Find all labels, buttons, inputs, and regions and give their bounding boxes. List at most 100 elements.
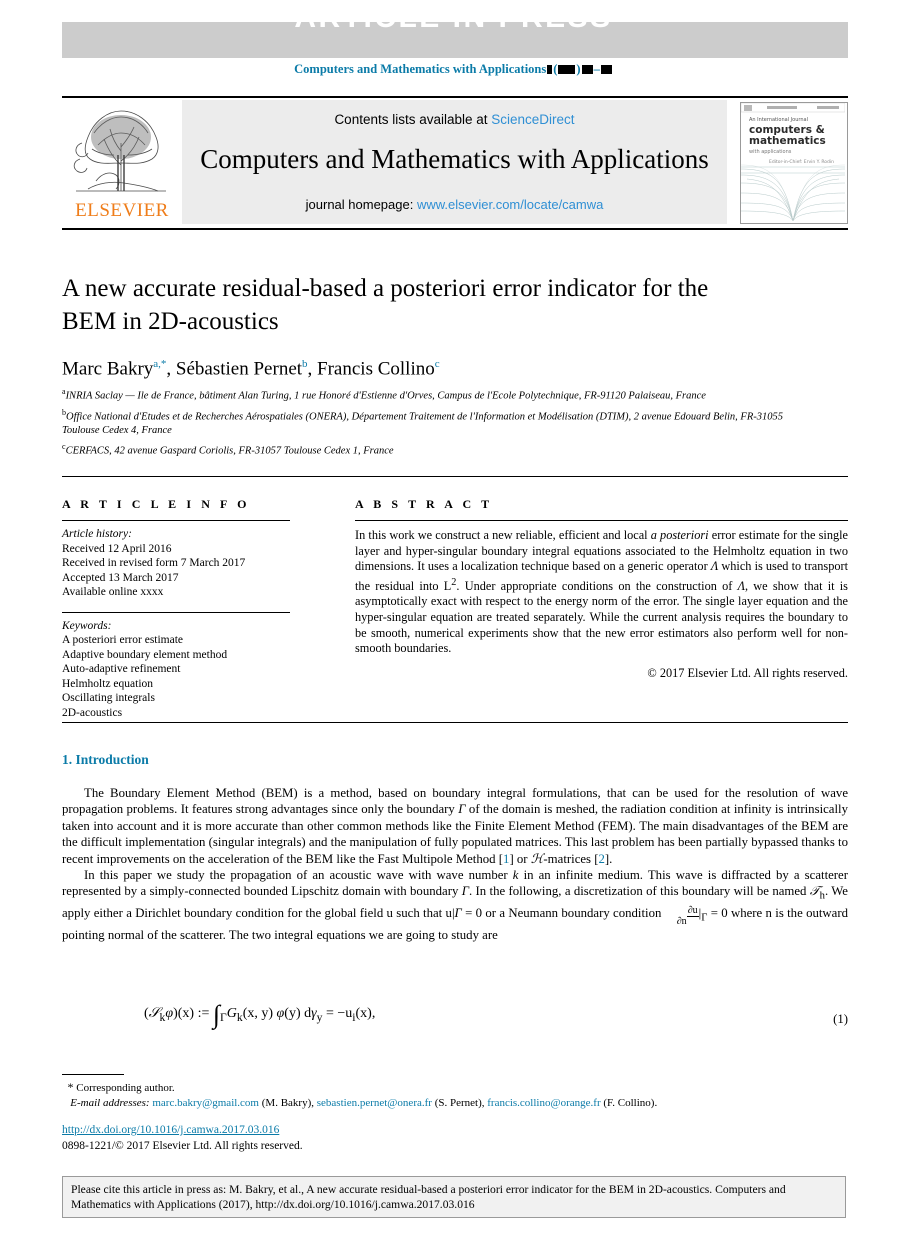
email-addresses-label: E-mail addresses: (70, 1096, 150, 1109)
history-item-received: Received 12 April 2016 (62, 542, 172, 555)
p1-part-e: ]. (604, 851, 613, 866)
eq-lhs-close: )(x) := (173, 1006, 213, 1021)
placeholder-block-volume (547, 65, 553, 74)
email-owner-pernet: (S. Pernet), (434, 1096, 485, 1109)
page-dash: – (593, 62, 600, 76)
article-history-label: Article history: (62, 528, 132, 540)
eq-single-layer-operator: 𝒮 (148, 1006, 160, 1021)
placeholder-block-page-start (581, 65, 593, 74)
keywords-block: Keywords: A posteriori error estimate Ad… (62, 619, 312, 721)
article-info-column: Article history: Received 12 April 2016 … (62, 520, 312, 720)
abstract-text: In this work we construct a new reliable… (355, 528, 848, 657)
journal-homepage-link[interactable]: www.elsevier.com/locate/camwa (417, 197, 603, 212)
journal-cover-thumbnail: An International Journal computers & mat… (740, 102, 848, 224)
history-item-revised: Received in revised form 7 March 2017 (62, 557, 246, 569)
abstract-heading: A B S T R A C T (355, 497, 493, 511)
placeholder-block-year (558, 65, 576, 74)
elsevier-wordmark: ELSEVIER (75, 200, 169, 221)
keyword-item: Helmholtz equation (62, 677, 154, 690)
abstract-copyright: © 2017 Elsevier Ltd. All rights reserved… (647, 665, 848, 680)
p1-part-d: -matrices [ (543, 851, 599, 866)
journal-cover-art: An International Journal computers & mat… (741, 103, 846, 222)
email-link-collino[interactable]: francis.collino@orange.fr (487, 1097, 600, 1109)
info-section-bottom-rule (62, 722, 848, 723)
intro-paragraph-2: In this paper we study the propagation o… (62, 867, 848, 944)
history-item-accepted: Accepted 13 March 2017 (62, 571, 179, 584)
svg-text:with applications: with applications (749, 149, 792, 155)
svg-text:Editor-in-Chief: Ervin Y. Rodi: Editor-in-Chief: Ervin Y. Rodin (769, 159, 834, 165)
eq-integral-sign: ∫ (212, 1000, 220, 1029)
author-affil-marker-3[interactable]: c (435, 358, 440, 370)
elsevier-logo: ELSEVIER (62, 100, 180, 224)
fraction-numerator: ∂u (686, 905, 699, 918)
placeholder-block-page-end (600, 65, 612, 74)
abstract-italic-aposteriori: a posteriori (650, 528, 709, 542)
doi-link[interactable]: http://dx.doi.org/10.1016/j.camwa.2017.0… (62, 1124, 279, 1136)
intro-paragraph-1: The Boundary Element Method (BEM) is a m… (62, 785, 848, 867)
article-info-rule-2 (62, 611, 290, 613)
affiliation-a: aINRIA Saclay — Ile de France, bâtiment … (62, 385, 822, 404)
corresponding-author-note: * Corresponding author. (62, 1080, 848, 1096)
masthead: ELSEVIER Contents lists available at Sci… (62, 100, 848, 224)
corresponding-author-text: Corresponding author. (76, 1082, 175, 1094)
abstract-operator-lambda-2: Λ (737, 578, 745, 593)
info-section-top-rule (62, 476, 848, 477)
journal-title: Computers and Mathematics with Applicati… (200, 144, 709, 174)
keyword-item: Auto-adaptive refinement (62, 663, 181, 675)
abstract-column: In this work we construct a new reliable… (355, 520, 848, 681)
introduction-body: The Boundary Element Method (BEM) is a m… (62, 785, 848, 944)
keyword-item: Oscillating integrals (62, 692, 155, 704)
issn-copyright-line: 0898-1221/© 2017 Elsevier Ltd. All right… (62, 1140, 303, 1152)
sciencedirect-link[interactable]: ScienceDirect (491, 112, 574, 127)
eq-kernel-args: (x, y) (242, 1006, 277, 1021)
masthead-center: Contents lists available at ScienceDirec… (182, 100, 727, 224)
cite-this-article-text: Please cite this article in press as: M.… (71, 1183, 786, 1211)
author-name-2: Sébastien Pernet (175, 358, 303, 380)
author-name-3: Francis Collino (317, 358, 435, 380)
article-info-rule-1 (62, 520, 290, 521)
article-history-block: Article history: Received 12 April 2016 … (62, 527, 312, 600)
svg-text:An International Journal: An International Journal (749, 117, 808, 123)
page-title: A new accurate residual-based a posterio… (62, 275, 709, 335)
footnote-star-marker: * (67, 1080, 74, 1094)
affiliation-list: aINRIA Saclay — Ile de France, bâtiment … (62, 385, 822, 461)
eq-phi-args: (y) d (284, 1006, 312, 1021)
email-link-pernet[interactable]: sebastien.pernet@onera.fr (317, 1097, 432, 1109)
p2-part-e: = 0 or a Neumann boundary condition (461, 906, 665, 921)
affiliation-text-b: Office National d'Etudes et de Recherche… (62, 411, 783, 436)
journal-reference-text: Computers and Mathematics with Applicati… (294, 62, 547, 76)
p1-h-calligraphic: ℋ (530, 851, 544, 866)
history-item-online: Available online xxxx (62, 586, 164, 598)
email-link-bakry[interactable]: marc.bakry@gmail.com (152, 1097, 259, 1109)
journal-reference-line: Computers and Mathematics with Applicati… (0, 62, 907, 77)
author-sep-2: , (307, 358, 318, 380)
abstract-part-1: In this work we construct a new reliable… (355, 528, 651, 542)
eq-equals-rhs: = −u (322, 1006, 353, 1021)
abstract-rule (355, 520, 848, 521)
eq-integral-domain: Γ (220, 1010, 227, 1024)
keyword-item: Adaptive boundary element method (62, 648, 228, 661)
p2-gamma-2: Γ (461, 884, 469, 899)
homepage-prefix: journal homepage: (305, 197, 417, 212)
cite-this-article-box: Please cite this article in press as: M.… (62, 1176, 846, 1218)
affiliation-text-a: INRIA Saclay — Ile de France, bâtiment A… (65, 390, 706, 402)
journal-homepage-line: journal homepage: www.elsevier.com/locat… (182, 197, 727, 212)
paper-page: ARTICLE IN PRESS Computers and Mathemati… (0, 0, 907, 1238)
keyword-item: 2D-acoustics (62, 706, 123, 719)
paren-close: ) (576, 62, 581, 76)
svg-text:mathematics: mathematics (749, 135, 826, 147)
normal-derivative-fraction: ∂u ∂n (665, 905, 699, 927)
affiliation-text-c: CERFACS, 42 avenue Gaspard Coriolis, FR-… (65, 445, 394, 457)
article-info-heading: A R T I C L E I N F O (62, 497, 251, 511)
email-addresses-line: E-mail addresses: marc.bakry@gmail.com (… (62, 1096, 848, 1111)
affiliation-b: bOffice National d'Etudes et de Recherch… (62, 406, 822, 439)
equation-1-body: (𝒮kφ)(x) := ∫ΓGk(x, y) φ(y) dγy = −ui(x)… (144, 1002, 375, 1028)
contents-available-line: Contents lists available at ScienceDirec… (182, 112, 727, 127)
author-affil-marker-1[interactable]: a, (153, 358, 161, 370)
author-sep-1: , (166, 358, 176, 380)
article-in-press-label: ARTICLE IN PRESS (294, 1, 613, 34)
p2-part-a: In this paper we study the propagation o… (84, 868, 513, 883)
paren-open: ( (553, 62, 558, 76)
p2-gamma-3: Γ (454, 906, 462, 921)
